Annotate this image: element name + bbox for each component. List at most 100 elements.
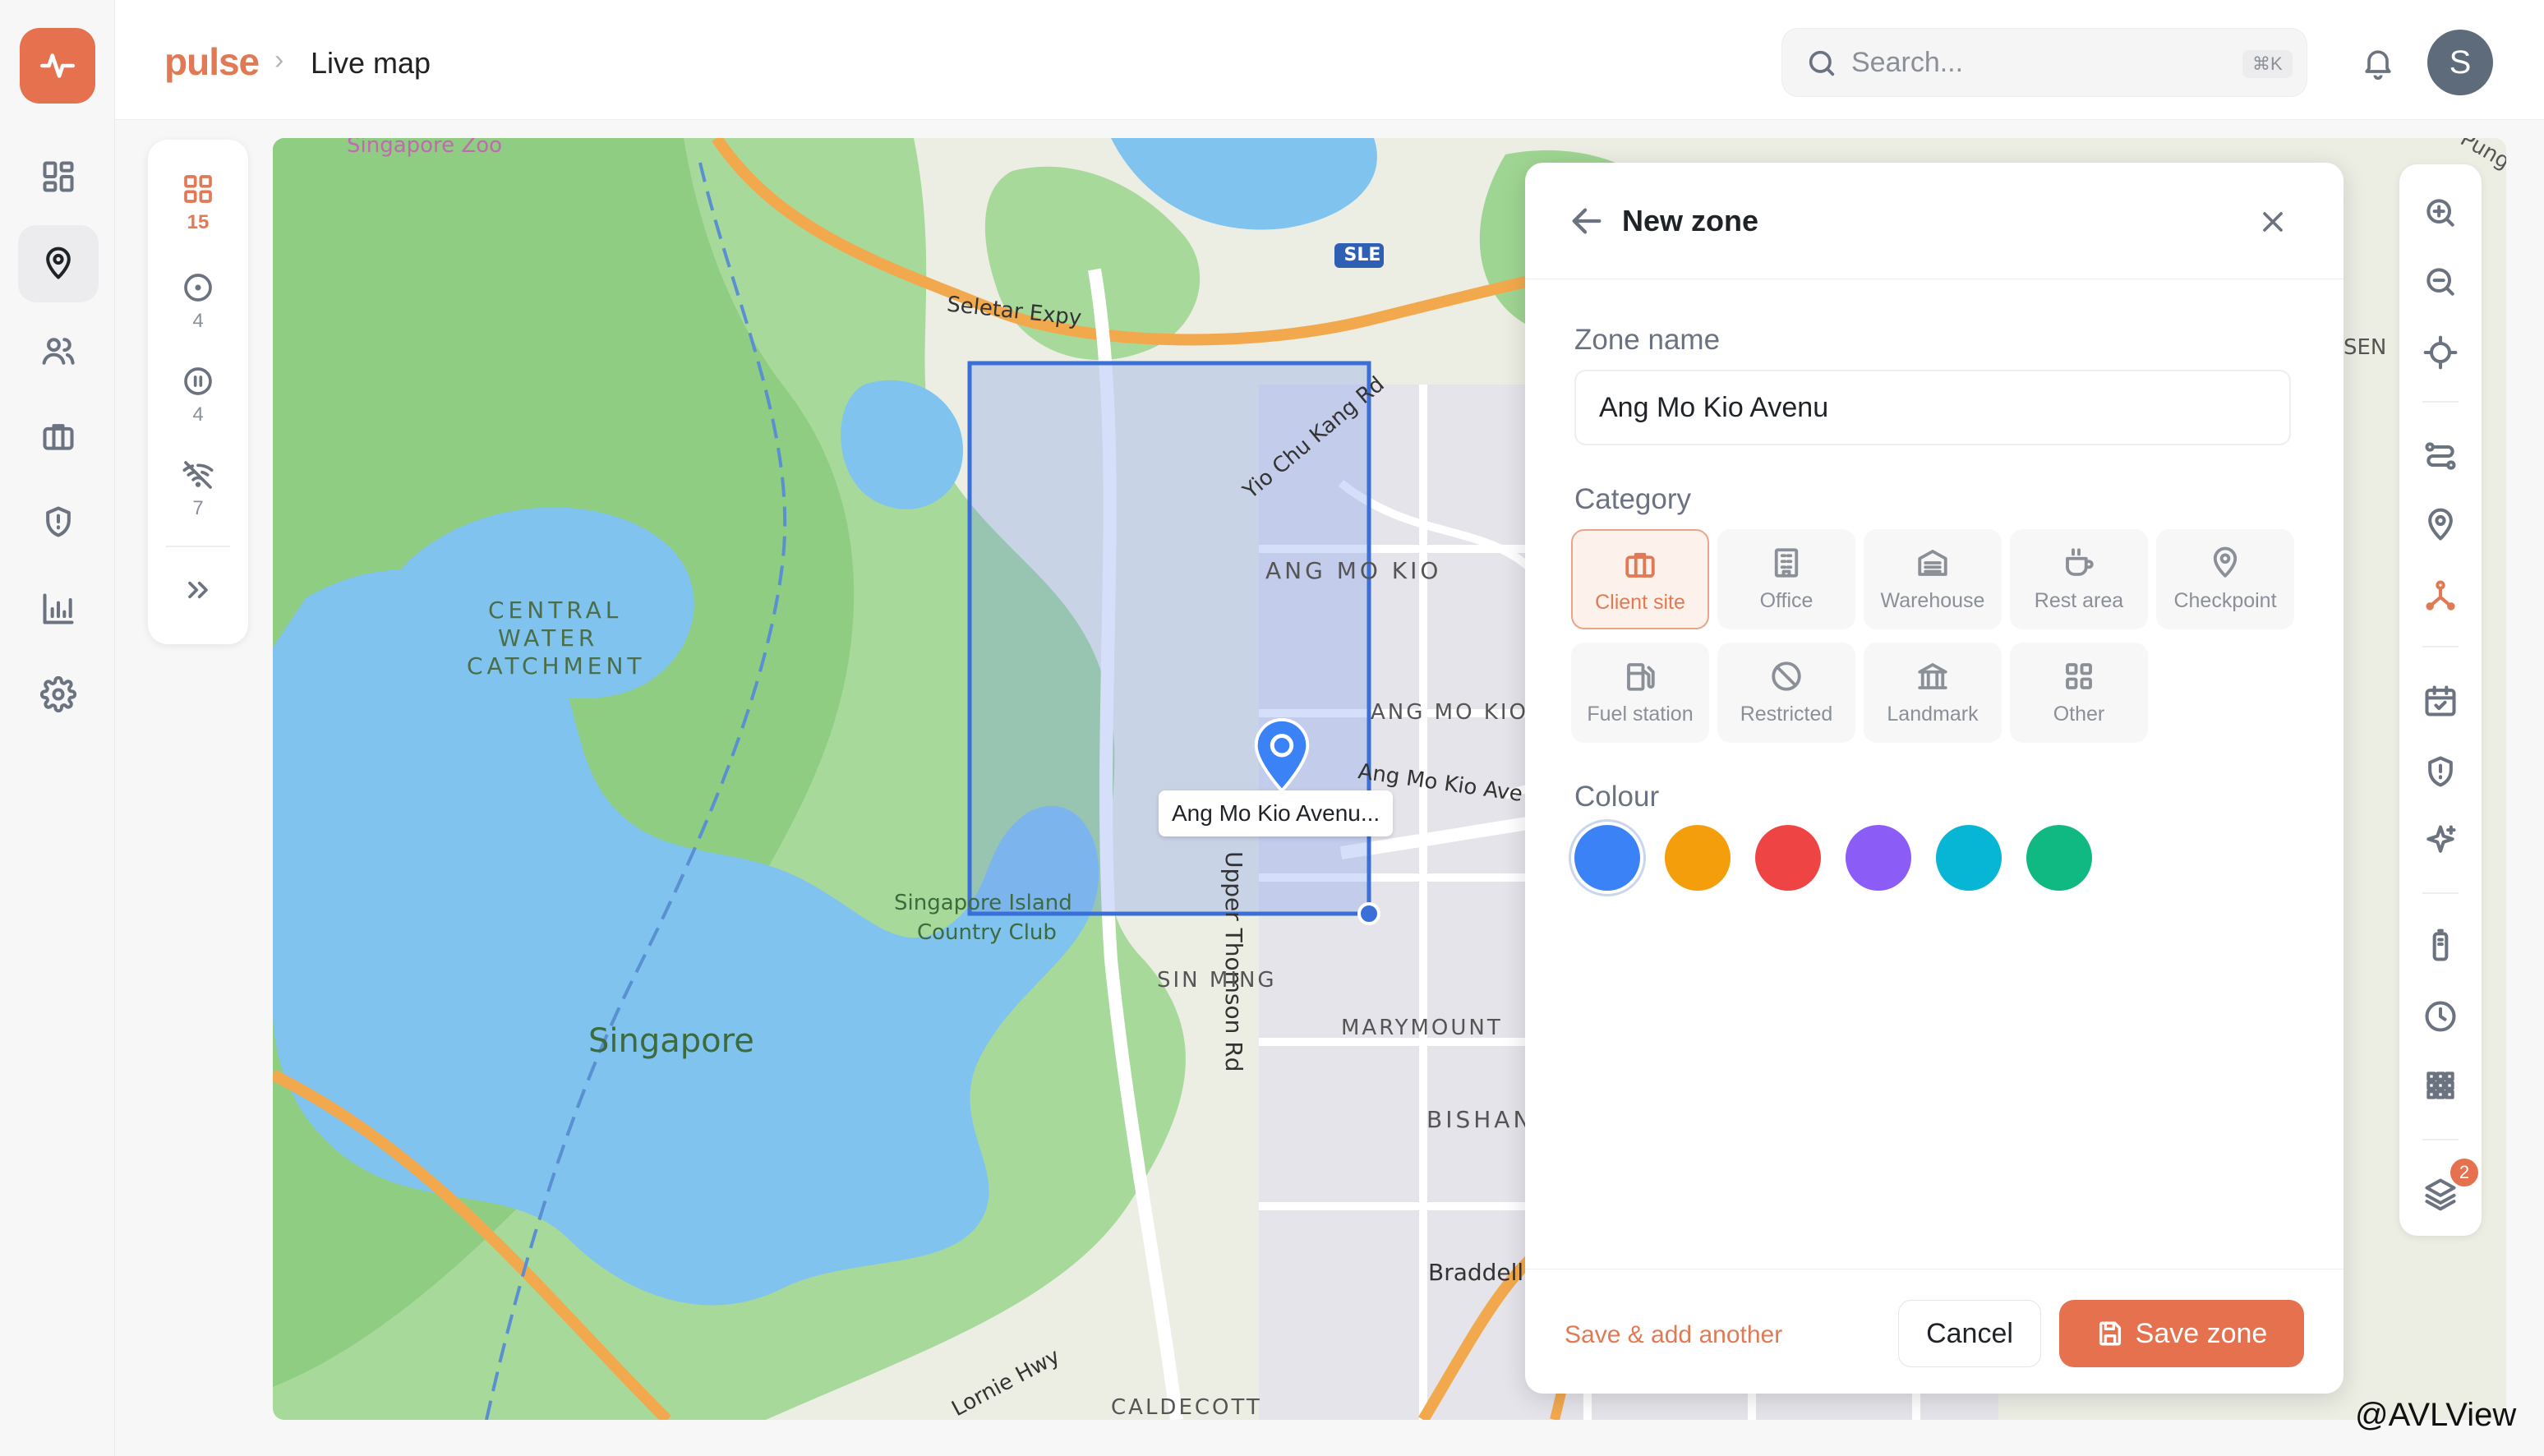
- zones-button[interactable]: [2399, 567, 2482, 624]
- coffee-icon: [2066, 548, 2094, 576]
- ban-icon: [1772, 661, 1801, 691]
- map-label-upper-thomson: Upper Thomson Rd: [1220, 851, 1247, 1072]
- toolbar-divider: [2422, 1139, 2459, 1140]
- users-icon: [42, 338, 75, 365]
- category-rest-area[interactable]: Rest area: [2010, 529, 2148, 629]
- clock-icon: [2425, 1001, 2456, 1032]
- colour-swatch-green[interactable]: [2026, 825, 2092, 891]
- routes-button[interactable]: [2399, 427, 2482, 485]
- grid-icon: [184, 175, 212, 203]
- brand-name[interactable]: pulse: [164, 39, 260, 84]
- search-placeholder: Search...: [1851, 47, 1964, 78]
- layers-count-badge: 2: [2450, 1159, 2478, 1186]
- arrow-left-icon[interactable]: [1568, 202, 1606, 240]
- colour-swatch-violet[interactable]: [1846, 825, 1911, 891]
- filter-paused[interactable]: 4: [148, 365, 248, 426]
- watermark: @AVLView: [2355, 1397, 2517, 1433]
- device-icon: [2432, 928, 2449, 961]
- wifi-off-icon: [182, 461, 214, 489]
- map-label-sin-ming: SIN MING: [1157, 968, 1277, 993]
- filter-active[interactable]: 4: [148, 271, 248, 333]
- category-label-text: Rest area: [2034, 589, 2124, 612]
- map-label-braddell: Braddell: [1428, 1259, 1524, 1286]
- rail-jobs[interactable]: [18, 398, 99, 475]
- filter-count: 4: [192, 310, 204, 332]
- colour-swatch-cyan[interactable]: [1936, 825, 2002, 891]
- map-pin-icon: [2428, 508, 2453, 541]
- search-bar[interactable]: Search... ⌘K: [1781, 28, 2307, 97]
- map-label-bishan: BISHAN: [1426, 1106, 1534, 1133]
- category-other[interactable]: Other: [2010, 643, 2148, 743]
- building-icon: [1774, 548, 1799, 578]
- device-button[interactable]: [2399, 917, 2482, 975]
- zoom-in-button[interactable]: [2399, 184, 2482, 242]
- category-office[interactable]: Office: [1717, 529, 1855, 629]
- places-button[interactable]: [2399, 496, 2482, 554]
- colour-label: Colour: [1574, 781, 1660, 813]
- category-warehouse[interactable]: Warehouse: [1864, 529, 2002, 629]
- app-logo[interactable]: [20, 28, 95, 104]
- route-icon: [2425, 442, 2456, 470]
- calendar-check-icon: [2425, 685, 2456, 716]
- save-zone-button[interactable]: Save zone: [2059, 1300, 2304, 1367]
- history-button[interactable]: [2399, 988, 2482, 1045]
- landmark-icon: [1918, 663, 1947, 689]
- category-label-text: Checkpoint: [2173, 589, 2277, 612]
- category-client-site[interactable]: Client site: [1571, 529, 1709, 629]
- avatar[interactable]: S: [2427, 30, 2493, 95]
- category-label-text: Office: [1759, 589, 1814, 612]
- rail-reports[interactable]: [18, 570, 99, 647]
- filter-count: 15: [187, 211, 210, 233]
- search-icon: [1809, 50, 1835, 76]
- map-label-ang-mo-kio: ANG MO KIO: [1265, 557, 1442, 584]
- rail-live-map[interactable]: [18, 225, 99, 302]
- map-label-sle: SLE: [1343, 245, 1381, 265]
- category-landmark[interactable]: Landmark: [1864, 643, 2002, 743]
- ai-button[interactable]: [2399, 812, 2482, 869]
- save-and-add-another-button[interactable]: Save & add another: [1565, 1321, 1782, 1349]
- zone-name-label: Zone name: [1574, 324, 1721, 356]
- category-restricted[interactable]: Restricted: [1717, 643, 1855, 743]
- briefcase-icon: [43, 424, 74, 450]
- category-label-text: Fuel station: [1587, 703, 1694, 726]
- panel-title: New zone: [1622, 204, 1759, 237]
- zoom-out-button[interactable]: [2399, 253, 2482, 311]
- zone-marker-pin[interactable]: [1251, 718, 1313, 792]
- category-label-text: Client site: [1595, 591, 1685, 614]
- colour-swatch-amber[interactable]: [1665, 825, 1731, 891]
- filter-divider: [166, 546, 230, 547]
- heatmap-button[interactable]: [2399, 1057, 2482, 1114]
- page-title: Live map: [311, 46, 431, 80]
- new-zone-panel: New zone Zone name Category Client site …: [1525, 163, 2344, 1394]
- alerts-button[interactable]: [2399, 743, 2482, 800]
- zoom-out-icon: [2426, 268, 2454, 296]
- rail-users[interactable]: [18, 312, 99, 389]
- colour-swatch-red[interactable]: [1755, 825, 1821, 891]
- crosshair-icon: [2423, 335, 2458, 370]
- toolbar-divider: [2422, 401, 2459, 403]
- map-label-water: WATER: [498, 624, 599, 652]
- category-label: Category: [1574, 483, 1692, 515]
- filter-all[interactable]: 15: [148, 173, 248, 234]
- rail-settings[interactable]: [18, 656, 99, 733]
- map-label-caldecott: CALDECOTT: [1111, 1395, 1262, 1420]
- breadcrumb-separator: ›: [274, 44, 284, 76]
- cancel-button[interactable]: Cancel: [1898, 1300, 2041, 1367]
- map-pin-icon: [46, 247, 71, 279]
- category-fuel-station[interactable]: Fuel station: [1571, 643, 1709, 743]
- marker-label: Ang Mo Kio Avenu...: [1159, 790, 1394, 836]
- expand-filters-button[interactable]: [148, 574, 248, 611]
- schedule-button[interactable]: [2399, 672, 2482, 730]
- rail-security[interactable]: [18, 483, 99, 560]
- category-label-text: Restricted: [1740, 703, 1833, 726]
- dashboard-icon: [43, 161, 74, 192]
- category-checkpoint[interactable]: Checkpoint: [2156, 529, 2294, 629]
- bell-icon[interactable]: [2360, 44, 2396, 81]
- map-pin-icon: [2213, 546, 2238, 578]
- colour-swatch-blue[interactable]: [1574, 825, 1640, 891]
- zone-name-input[interactable]: [1574, 370, 2291, 445]
- filter-offline[interactable]: 7: [148, 458, 248, 520]
- locate-button[interactable]: [2399, 324, 2482, 381]
- rail-dashboard[interactable]: [18, 138, 99, 215]
- close-icon[interactable]: [2256, 205, 2289, 238]
